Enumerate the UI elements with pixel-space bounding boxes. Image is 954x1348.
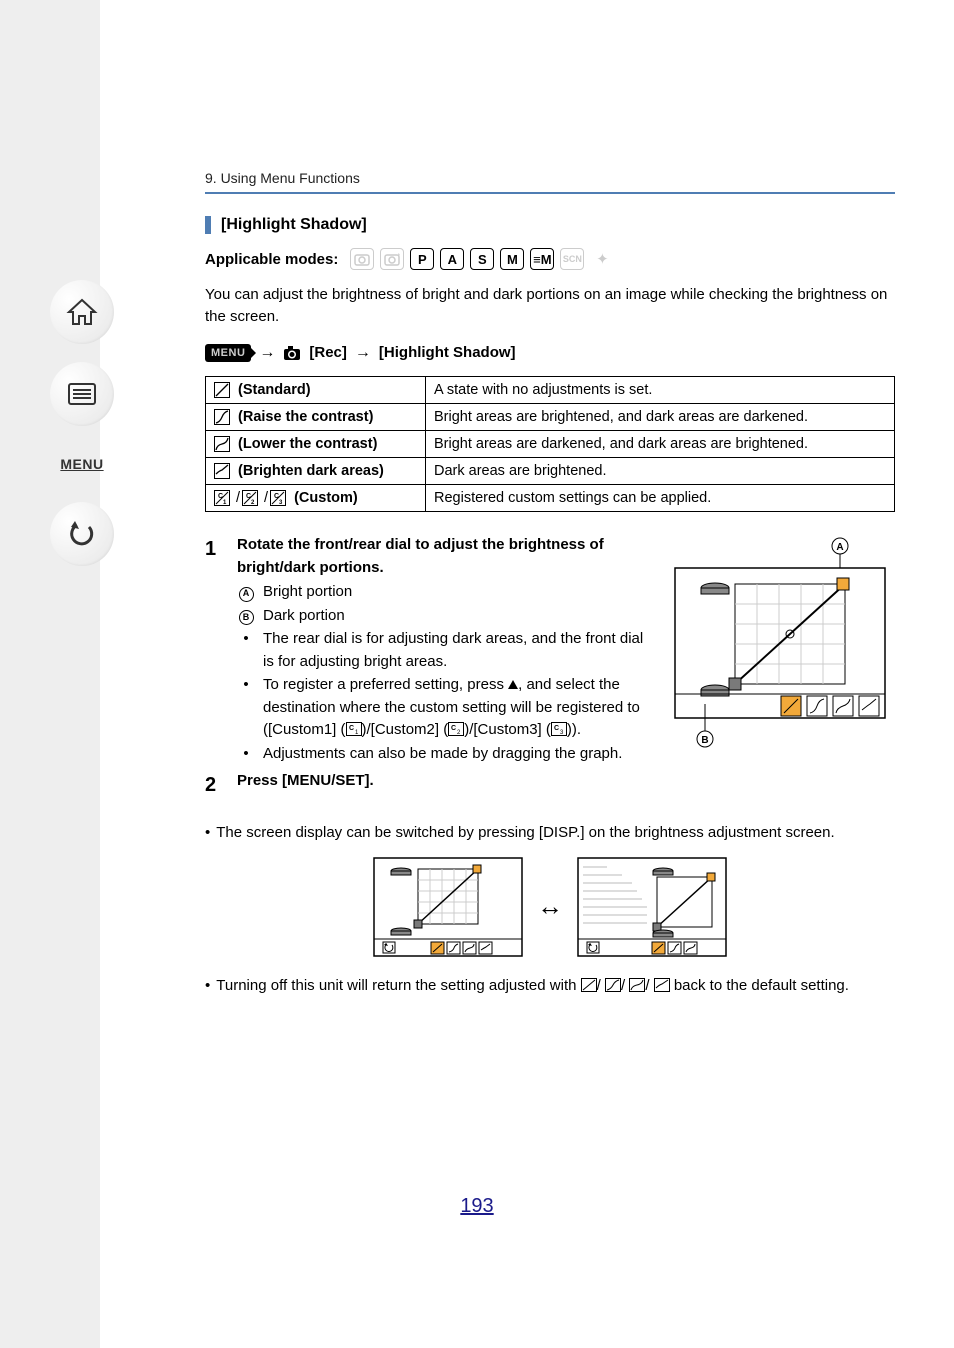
- note-disp: • The screen display can be switched by …: [205, 822, 895, 845]
- menu-rec: [Rec]: [309, 344, 347, 361]
- opt-lower-icon: [214, 436, 230, 452]
- svg-text:A: A: [836, 542, 843, 553]
- menu-path: MENU → [Rec] → [Highlight Shadow]: [205, 344, 895, 362]
- table-row: C1/C2/C3 (Custom) Registered custom sett…: [206, 485, 895, 512]
- svg-text:C: C: [218, 493, 223, 500]
- mode-palette-icon: ✦: [590, 248, 614, 270]
- svg-text:C: C: [246, 493, 251, 500]
- menu-icon[interactable]: MENU: [50, 444, 114, 484]
- mode-movie-icon: ≡M: [530, 248, 554, 270]
- arrow-icon: →: [355, 344, 371, 362]
- page-number[interactable]: 193: [0, 1195, 954, 1218]
- preset-brighten-icon: [654, 978, 670, 992]
- options-table: (Standard) A state with no adjustments i…: [205, 376, 895, 513]
- step1-bullet2: To register a preferred setting, press ,…: [263, 674, 645, 742]
- step-number: 1: [205, 534, 223, 766]
- display-switch-diagram: ↔: [205, 857, 895, 957]
- menu-item: [Highlight Shadow]: [379, 344, 516, 361]
- table-row: (Brighten dark areas) Dark areas are bri…: [206, 458, 895, 485]
- opt-raise-icon: [214, 409, 230, 425]
- breadcrumb: 9. Using Menu Functions: [205, 170, 895, 186]
- svg-text:C: C: [451, 725, 456, 732]
- label-a-icon: A: [239, 587, 254, 602]
- table-row: (Lower the contrast) Bright areas are da…: [206, 430, 895, 457]
- mode-a-icon: A: [440, 248, 464, 270]
- preset-standard-icon: [581, 978, 597, 992]
- applicable-modes-row: Applicable modes: + P A S M ≡M SCN ✦: [205, 248, 895, 270]
- preset-raise-icon: [605, 978, 621, 992]
- opt-custom2-icon: C2: [242, 490, 258, 506]
- opt-brighten-icon: [214, 463, 230, 479]
- custom2-inline-icon: C2: [448, 722, 464, 736]
- opt-custom3-icon: C3: [270, 490, 286, 506]
- mode-iaplus-icon: +: [380, 248, 404, 270]
- mode-scene-icon: SCN: [560, 248, 584, 270]
- opt-name: (Custom): [294, 490, 358, 506]
- applicable-label: Applicable modes:: [205, 251, 338, 268]
- preset-lower-icon: [629, 978, 645, 992]
- arrow-icon: →: [259, 344, 275, 362]
- up-triangle-icon: [508, 680, 518, 689]
- step1-b: Dark portion: [263, 605, 345, 628]
- step-number: 2: [205, 770, 223, 800]
- opt-name: (Standard): [238, 382, 311, 398]
- list-icon[interactable]: [50, 362, 114, 426]
- step1-a: Bright portion: [263, 581, 352, 604]
- sidebar: MENU: [0, 0, 140, 1348]
- intro-text: You can adjust the brightness of bright …: [205, 284, 895, 328]
- table-row: (Raise the contrast) Bright areas are br…: [206, 403, 895, 430]
- opt-desc: Dark areas are brightened.: [426, 458, 895, 485]
- note-reset: • Turning off this unit will return the …: [205, 975, 895, 998]
- mode-m-icon: M: [500, 248, 524, 270]
- mode-p-icon: P: [410, 248, 434, 270]
- svg-text:C: C: [274, 493, 279, 500]
- back-icon[interactable]: [50, 502, 114, 566]
- camera-icon: [283, 345, 301, 361]
- opt-name: (Brighten dark areas): [238, 463, 384, 479]
- svg-text:B: B: [701, 735, 708, 746]
- opt-custom1-icon: C1: [214, 490, 230, 506]
- mode-s-icon: S: [470, 248, 494, 270]
- opt-desc: Bright areas are brightened, and dark ar…: [426, 403, 895, 430]
- opt-name: (Raise the contrast): [238, 409, 373, 425]
- divider: [205, 192, 895, 194]
- opt-desc: Registered custom settings can be applie…: [426, 485, 895, 512]
- section-title: [Highlight Shadow]: [221, 216, 367, 234]
- label-b-icon: B: [239, 610, 254, 625]
- custom3-inline-icon: C3: [551, 722, 567, 736]
- svg-text:+: +: [397, 253, 400, 259]
- step1-bullet3: Adjustments can also be made by dragging…: [263, 743, 622, 766]
- step1-heading: Rotate the front/rear dial to adjust the…: [237, 534, 645, 579]
- opt-standard-icon: [214, 382, 230, 398]
- title-accent: [205, 216, 211, 234]
- opt-desc: A state with no adjustments is set.: [426, 376, 895, 403]
- step2-heading: Press [MENU/SET].: [237, 770, 645, 793]
- highlight-shadow-diagram: A: [665, 534, 895, 804]
- opt-name: (Lower the contrast): [238, 436, 377, 452]
- home-icon[interactable]: [50, 280, 114, 344]
- custom1-inline-icon: C1: [346, 722, 362, 736]
- svg-text:C: C: [554, 725, 559, 732]
- table-row: (Standard) A state with no adjustments i…: [206, 376, 895, 403]
- svg-text:C: C: [349, 725, 354, 732]
- opt-desc: Bright areas are darkened, and dark area…: [426, 430, 895, 457]
- menu-badge-icon: MENU: [205, 344, 251, 362]
- mode-ia-icon: [350, 248, 374, 270]
- sidebar-bg: [0, 0, 100, 1348]
- double-arrow-icon: ↔: [537, 891, 563, 922]
- step1-bullet1: The rear dial is for adjusting dark area…: [263, 628, 645, 673]
